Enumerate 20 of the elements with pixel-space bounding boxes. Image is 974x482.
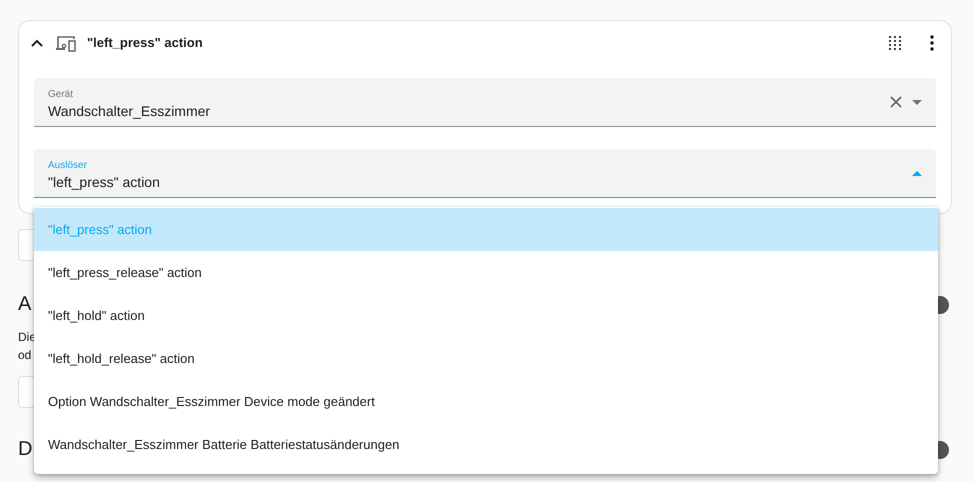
caret-down-icon[interactable] (912, 100, 922, 104)
section-heading: D (18, 438, 32, 461)
menu-item[interactable]: "left_hold" action (34, 294, 938, 337)
field-value: Wandschalter_Esszimmer (48, 103, 210, 119)
section-heading: A (18, 293, 32, 316)
drag-handle-icon[interactable] (888, 36, 902, 50)
device-select[interactable]: Gerät Wandschalter_Esszimmer (34, 78, 936, 127)
devices-icon (55, 34, 77, 52)
field-label: Auslöser (48, 160, 87, 171)
field-value: "left_press" action (48, 174, 160, 190)
field-label: Gerät (48, 89, 74, 100)
menu-item[interactable]: Option Wandschalter_Esszimmer Device mode geändert (34, 380, 938, 423)
clear-icon[interactable] (890, 96, 902, 108)
description-text: od (18, 347, 32, 364)
card-title: "left_press" action (87, 35, 204, 50)
menu-item[interactable]: "left_press_release" action (34, 251, 938, 294)
more-icon[interactable] (930, 34, 934, 50)
menu-item[interactable]: "left_hold_release" action (34, 337, 938, 380)
menu-item[interactable]: Wandschalter_Esszimmer Batterie Batteriestatusänderungen (34, 423, 938, 466)
trigger-select[interactable]: Auslöser "left_press" action (34, 149, 936, 198)
